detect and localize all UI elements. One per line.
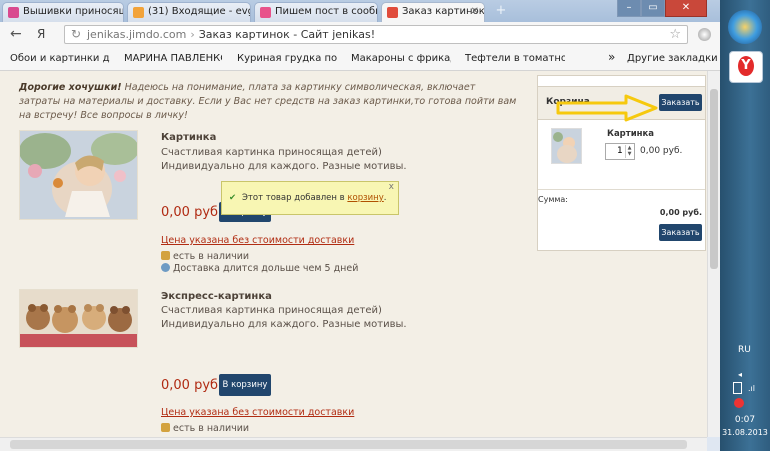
- add-to-cart-button[interactable]: В корзину: [219, 374, 271, 396]
- close-tab-icon[interactable]: ✕: [471, 6, 479, 17]
- cart-sum-value: 0,00 руб.: [659, 208, 702, 217]
- toast-text: Этот товар добавлен в: [242, 193, 348, 203]
- tab-order-pictures[interactable]: Заказ картинок - Сайт ✕: [381, 2, 485, 22]
- tab-post[interactable]: Пишем пост в сообщ: [254, 2, 378, 22]
- added-to-cart-toast: ✔ Этот товар добавлен в корзину. x: [221, 181, 399, 215]
- back-button[interactable]: ←: [10, 26, 22, 42]
- maximize-button[interactable]: ▭: [641, 0, 665, 17]
- taskbar: Y RU ◂ .ıl 0:07 31.08.2013: [720, 0, 770, 451]
- checkmark-icon: ✔: [229, 193, 237, 203]
- product-image-girl[interactable]: [19, 130, 138, 220]
- bookmarks-bar: Обои и картинки дл МАРИНА ПАВЛЕНКО Курин…: [0, 48, 720, 71]
- product-desc-line: Индивидуально для каждого. Разные мотивы…: [161, 319, 407, 330]
- quantity-stepper[interactable]: 1 ▲ ▼: [605, 143, 635, 160]
- cart-item-price: 0,00 руб.: [640, 146, 683, 156]
- bookmark-item[interactable]: Обои и картинки дл: [10, 53, 110, 64]
- globe-icon[interactable]: [698, 28, 711, 41]
- annotation-arrow-icon: [556, 94, 658, 122]
- start-button-icon[interactable]: [728, 10, 762, 44]
- intro-greeting: Дорогие хочушки!: [19, 82, 122, 93]
- bookmark-item[interactable]: МАРИНА ПАВЛЕНКО: [124, 53, 222, 64]
- stock-icon: [161, 423, 170, 432]
- url-page-title: Заказ картинок - Сайт jenikas!: [198, 28, 376, 41]
- product-desc-line: Счастливая картинка приносящая детей): [161, 147, 382, 158]
- tab-embroidery[interactable]: Вышивки приносящ: [2, 2, 124, 22]
- battery-icon[interactable]: [733, 382, 742, 394]
- order-button-top[interactable]: Заказать: [659, 94, 702, 111]
- clock-time[interactable]: 0:07: [720, 415, 770, 426]
- delivery-info: Доставка длится дольше чем 5 дней: [161, 263, 358, 274]
- language-indicator[interactable]: RU: [738, 345, 751, 355]
- toast-dot: .: [383, 193, 387, 203]
- minimize-button[interactable]: –: [617, 0, 641, 17]
- bookmark-item[interactable]: Тефтели в томатно-с: [465, 53, 565, 64]
- address-bar[interactable]: ↻ jenikas.jimdo.com › Заказ картинок - Сай…: [64, 25, 688, 44]
- browser-toolbar: ← Я ↻ jenikas.jimdo.com › Заказ картинок -…: [0, 22, 720, 49]
- signal-icon[interactable]: .ıl: [748, 384, 755, 393]
- stock-icon: [161, 251, 170, 260]
- shipping-note-link[interactable]: Цена указана без стоимости доставки: [161, 235, 354, 246]
- horizontal-scrollbar[interactable]: [0, 437, 707, 451]
- close-toast-icon[interactable]: x: [389, 171, 394, 203]
- url-host: jenikas.jimdo.com: [87, 28, 187, 41]
- toast-cart-link[interactable]: корзину: [347, 193, 383, 203]
- tab-favicon-icon: [260, 7, 271, 18]
- product-desc-line: Счастливая картинка приносящая детей): [161, 305, 382, 316]
- bookmark-item[interactable]: Куриная грудка под: [237, 53, 337, 64]
- yandex-browser-taskbar-icon[interactable]: Y: [729, 51, 763, 83]
- product-title: Картинка: [161, 132, 217, 143]
- url-separator: ›: [190, 28, 195, 41]
- intro-paragraph: Дорогие хочушки! Надеюсь на понимание, п…: [19, 81, 519, 123]
- stock-status: есть в наличии: [161, 423, 249, 434]
- clock-icon: [161, 263, 170, 272]
- volume-muted-icon[interactable]: [734, 398, 744, 408]
- product-title: Экспресс-картинка: [161, 291, 272, 302]
- divider: [538, 189, 705, 190]
- bookmark-item[interactable]: Макароны с фрикад: [351, 53, 451, 64]
- vertical-scrollbar[interactable]: [707, 71, 720, 437]
- scroll-thumb[interactable]: [710, 89, 718, 269]
- cart-item-name: Картинка: [607, 129, 655, 139]
- bookmarks-overflow-button[interactable]: »: [608, 50, 615, 64]
- scroll-thumb[interactable]: [10, 440, 687, 449]
- shipping-note-link[interactable]: Цена указана без стоимости доставки: [161, 407, 354, 418]
- tray-arrow-icon[interactable]: ◂: [738, 370, 742, 379]
- tab-strip: Вышивки приносящ (31) Входящие - evge Пи…: [0, 0, 720, 22]
- other-bookmarks-button[interactable]: Другие закладки ▾: [627, 53, 720, 64]
- tab-favicon-icon: [133, 7, 144, 18]
- product-image-teddy-bears[interactable]: [19, 289, 138, 348]
- page-content: Дорогие хочушки! Надеюсь на понимание, п…: [0, 71, 707, 437]
- stock-status: есть в наличии: [161, 251, 249, 262]
- new-tab-button[interactable]: +: [490, 3, 512, 19]
- order-button-bottom[interactable]: Заказать: [659, 224, 702, 241]
- reload-icon[interactable]: ↻: [71, 26, 81, 43]
- close-window-button[interactable]: ✕: [665, 0, 707, 17]
- stepper-arrows-icon[interactable]: ▲ ▼: [625, 145, 633, 158]
- tab-inbox[interactable]: (31) Входящие - evge: [127, 2, 251, 22]
- cart-item-thumbnail[interactable]: [551, 128, 582, 164]
- tab-favicon-icon: [387, 7, 398, 18]
- product-desc-line: Индивидуально для каждого. Разные мотивы…: [161, 161, 407, 172]
- tab-favicon-icon: [8, 7, 19, 18]
- clock-date[interactable]: 31.08.2013: [720, 427, 770, 438]
- cart-sum-label: Сумма:: [538, 195, 568, 204]
- product-price: 0,00 руб.: [161, 378, 223, 393]
- bookmark-star-icon[interactable]: ☆: [669, 26, 681, 43]
- yandex-button[interactable]: Я: [37, 27, 45, 41]
- product-price: 0,00 руб.: [161, 205, 223, 220]
- browser-window: Вышивки приносящ (31) Входящие - evge Пи…: [0, 0, 720, 451]
